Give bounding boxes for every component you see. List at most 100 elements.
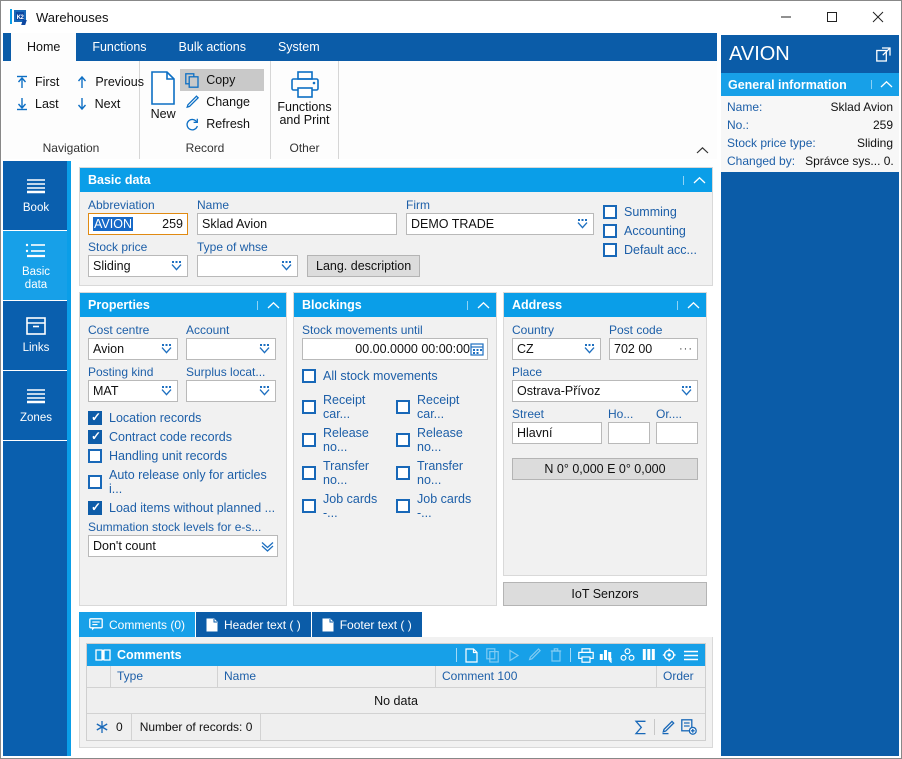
- edit-pencil-icon[interactable]: [526, 647, 543, 664]
- address-collapse-chevron-icon[interactable]: [677, 300, 700, 310]
- receipt-card-left-checkbox[interactable]: Receipt car...: [302, 393, 390, 421]
- lang-description-button[interactable]: Lang. description: [307, 255, 421, 277]
- handling-unit-records-checkbox[interactable]: Handling unit records: [88, 449, 278, 463]
- house-number-label: Ho...: [608, 407, 634, 421]
- receipt-card-right-checkbox[interactable]: Receipt car...: [396, 393, 484, 421]
- maximize-button[interactable]: [809, 2, 855, 33]
- transfer-note-right-checkbox[interactable]: Transfer no...: [396, 459, 484, 487]
- new-record-icon[interactable]: [463, 647, 480, 664]
- house-number-input[interactable]: [608, 422, 650, 444]
- nav-next-button[interactable]: Next: [69, 93, 131, 115]
- nav-first-button[interactable]: First: [9, 71, 69, 93]
- settings-gear-icon[interactable]: [661, 647, 678, 664]
- ribbon-tab-system[interactable]: System: [262, 33, 336, 61]
- tab-footer-text[interactable]: Footer text ( ): [311, 612, 423, 637]
- release-note-right-checkbox[interactable]: Release no...: [396, 426, 484, 454]
- all-stock-movements-checkbox[interactable]: All stock movements: [302, 369, 488, 383]
- new-record-button[interactable]: New: [146, 67, 180, 121]
- type-of-whse-dropdown-icon[interactable]: [280, 260, 293, 272]
- column-header-type[interactable]: Type: [111, 666, 218, 687]
- nav-last-button[interactable]: Last: [9, 93, 69, 115]
- rail-item-zones[interactable]: Zones: [3, 371, 69, 441]
- surplus-location-input[interactable]: [186, 380, 276, 402]
- street-input[interactable]: Hlavní: [512, 422, 602, 444]
- summing-checkbox[interactable]: Summing: [603, 205, 704, 219]
- print-icon[interactable]: [577, 647, 594, 664]
- pivot-icon[interactable]: [619, 647, 636, 664]
- ribbon-collapse-button[interactable]: [696, 146, 709, 155]
- job-cards-right-checkbox[interactable]: Job cards -...: [396, 492, 484, 520]
- ribbon-tab-functions[interactable]: Functions: [76, 33, 162, 61]
- chart-bar-icon[interactable]: [598, 647, 615, 664]
- add-record-icon[interactable]: [681, 719, 697, 735]
- location-records-checkbox[interactable]: Location records: [88, 410, 278, 425]
- surplus-location-dropdown-icon[interactable]: [258, 385, 271, 397]
- column-header-name[interactable]: Name: [218, 666, 436, 687]
- default-acc-checkbox[interactable]: Default acc...: [603, 243, 704, 257]
- sigma-icon[interactable]: [634, 720, 648, 735]
- summation-dropdown-icon[interactable]: [260, 540, 274, 552]
- iot-senzors-button[interactable]: IoT Senzors: [503, 582, 707, 606]
- post-code-input[interactable]: 702 00 ···: [609, 338, 698, 360]
- load-items-checkbox[interactable]: Load items without planned ...: [88, 500, 278, 515]
- type-of-whse-input[interactable]: [197, 255, 298, 277]
- ribbon-tab-bulk-actions[interactable]: Bulk actions: [163, 33, 262, 61]
- posting-kind-input[interactable]: MAT: [88, 380, 178, 402]
- account-input[interactable]: [186, 338, 276, 360]
- name-input[interactable]: Sklad Avion: [197, 213, 397, 235]
- post-code-more-icon[interactable]: ···: [679, 343, 693, 355]
- auto-release-checkbox[interactable]: Auto release only for articles i...: [88, 468, 278, 496]
- functions-and-print-button[interactable]: Functions and Print: [277, 67, 332, 127]
- account-dropdown-icon[interactable]: [258, 343, 271, 355]
- ribbon-tab-home[interactable]: Home: [11, 33, 77, 61]
- job-cards-left-checkbox[interactable]: Job cards -...: [302, 492, 390, 520]
- rail-item-links[interactable]: Links: [3, 301, 69, 371]
- address-header: Address: [504, 293, 706, 317]
- firm-input[interactable]: DEMO TRADE: [406, 213, 594, 235]
- external-link-icon[interactable]: [876, 46, 891, 62]
- gps-coordinates-button[interactable]: N 0° 0,000 E 0° 0,000: [512, 458, 698, 480]
- delete-trash-icon[interactable]: [547, 647, 564, 664]
- accounting-checkbox[interactable]: Accounting: [603, 224, 704, 238]
- basic-data-collapse-chevron-icon[interactable]: [683, 175, 706, 185]
- grid-filter-indicator[interactable]: 0: [87, 714, 132, 740]
- stock-price-input[interactable]: Sliding: [88, 255, 188, 277]
- posting-kind-dropdown-icon[interactable]: [160, 385, 173, 397]
- orientation-number-input[interactable]: [656, 422, 698, 444]
- run-icon[interactable]: [505, 647, 522, 664]
- contract-code-records-checkbox[interactable]: Contract code records: [88, 429, 278, 444]
- country-dropdown-icon[interactable]: [583, 343, 596, 355]
- abbreviation-input[interactable]: AVION 259: [88, 213, 188, 235]
- release-note-left-checkbox[interactable]: Release no...: [302, 426, 390, 454]
- rail-item-book[interactable]: Book: [3, 161, 69, 231]
- cost-centre-dropdown-icon[interactable]: [160, 343, 173, 355]
- country-input[interactable]: CZ: [512, 338, 601, 360]
- blockings-collapse-chevron-icon[interactable]: [467, 300, 490, 310]
- pencil-icon[interactable]: [661, 719, 675, 735]
- copy-record-icon[interactable]: [484, 647, 501, 664]
- rail-item-basic-data[interactable]: Basic data: [3, 231, 69, 301]
- summation-input[interactable]: Don't count: [88, 535, 278, 557]
- columns-icon[interactable]: [640, 647, 657, 664]
- stock-price-dropdown-icon[interactable]: [170, 260, 183, 272]
- cost-centre-input[interactable]: Avion: [88, 338, 178, 360]
- transfer-note-left-checkbox[interactable]: Transfer no...: [302, 459, 390, 487]
- copy-button[interactable]: Copy: [180, 69, 264, 91]
- tab-header-text[interactable]: Header text ( ): [196, 612, 312, 637]
- firm-dropdown-icon[interactable]: [576, 218, 589, 230]
- place-input[interactable]: Ostrava-Přívoz: [512, 380, 698, 402]
- place-dropdown-icon[interactable]: [680, 385, 693, 397]
- sidebar-collapse-chevron-icon[interactable]: [871, 80, 893, 89]
- close-button[interactable]: [855, 2, 901, 33]
- minimize-button[interactable]: [763, 2, 809, 33]
- menu-hamburger-icon[interactable]: [682, 647, 699, 664]
- calendar-icon[interactable]: [470, 342, 484, 356]
- column-header-comment-100[interactable]: Comment 100: [436, 666, 657, 687]
- properties-collapse-chevron-icon[interactable]: [257, 300, 280, 310]
- column-header-select[interactable]: [87, 666, 111, 687]
- change-button[interactable]: Change: [180, 91, 264, 113]
- refresh-button[interactable]: Refresh: [180, 113, 264, 135]
- tab-comments[interactable]: Comments (0): [79, 612, 197, 637]
- stock-movements-until-input[interactable]: 00.00.0000 00:00:00: [302, 338, 488, 360]
- column-header-order[interactable]: Order: [657, 666, 705, 687]
